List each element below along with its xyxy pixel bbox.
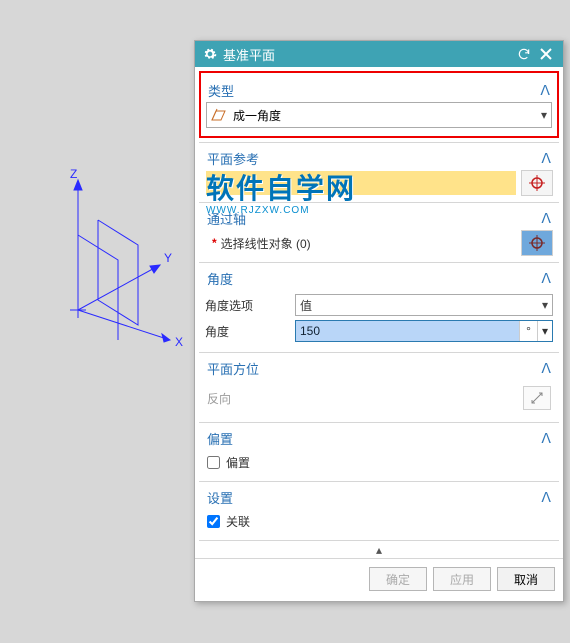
section-planeref-header[interactable]: 平面参考 ᐱ (205, 145, 553, 170)
angle-value-input[interactable]: 150 ° ▾ (295, 320, 553, 342)
dialog-titlebar[interactable]: 基准平面 (195, 41, 563, 67)
ok-button[interactable]: 确定 (369, 567, 427, 591)
coordinate-system-widget: X Y Z (40, 160, 200, 360)
dialog-footer: 确定 应用 取消 (195, 558, 563, 601)
section-axis-header[interactable]: 通过轴 ᐱ (205, 205, 553, 230)
chevron-up-icon: ᐱ (541, 150, 551, 167)
axis-x-label: X (175, 335, 183, 349)
chevron-down-icon: ▾ (537, 321, 552, 341)
section-offset-label: 偏置 (207, 429, 233, 448)
associative-checkbox-row[interactable]: 关联 (205, 509, 553, 534)
axis-y-label: Y (164, 251, 172, 265)
reverse-direction-label: 反向 (207, 390, 231, 407)
angle-option-label: 角度选项 (205, 297, 295, 314)
type-highlight-box: 类型 ᐱ 成一角度 ▾ (199, 71, 559, 138)
chevron-up-icon: ᐱ (541, 360, 551, 377)
close-button[interactable] (535, 44, 557, 64)
axis-selection-label: 选择线性对象 (0) (221, 235, 311, 252)
section-angle-label: 角度 (207, 269, 233, 288)
chevron-up-icon: ᐱ (541, 270, 551, 287)
section-type-header[interactable]: 类型 ᐱ (206, 77, 552, 102)
required-asterisk-icon: * (212, 236, 217, 250)
chevron-down-icon: ▾ (541, 108, 547, 122)
gear-icon (203, 47, 217, 61)
chevron-up-icon: ᐱ (541, 210, 551, 227)
planeref-selection-field[interactable]: 软件自学网 WWW.RJZXW.COM (205, 170, 517, 196)
section-orient-label: 平面方位 (207, 359, 259, 378)
dialog-title: 基准平面 (223, 45, 275, 64)
angle-value: 150 (296, 324, 519, 338)
cancel-button[interactable]: 取消 (497, 567, 555, 591)
associative-checkbox-label: 关联 (226, 513, 250, 530)
type-dropdown-value: 成一角度 (233, 107, 281, 124)
associative-checkbox[interactable] (207, 515, 220, 528)
reverse-direction-button[interactable] (523, 386, 551, 410)
chevron-down-icon: ▾ (542, 298, 548, 312)
angle-option-dropdown[interactable]: 值 ▾ (295, 294, 553, 316)
collapse-all-bar[interactable]: ▴ (199, 540, 559, 558)
offset-checkbox-label: 偏置 (226, 454, 250, 471)
axis-z-label: Z (70, 167, 77, 181)
chevron-up-icon: ᐱ (541, 430, 551, 447)
section-axis-label: 通过轴 (207, 209, 246, 228)
type-dropdown[interactable]: 成一角度 ▾ (206, 102, 552, 128)
section-angle-header[interactable]: 角度 ᐱ (205, 265, 553, 290)
section-offset-header[interactable]: 偏置 ᐱ (205, 425, 553, 450)
angle-value-label: 角度 (205, 323, 295, 340)
reset-button[interactable] (513, 44, 535, 64)
section-orient-header[interactable]: 平面方位 ᐱ (205, 355, 553, 380)
chevron-up-icon: ᐱ (540, 82, 550, 99)
section-settings-label: 设置 (207, 488, 233, 507)
offset-checkbox-row[interactable]: 偏置 (205, 450, 553, 475)
angle-unit: ° (519, 321, 537, 341)
chevron-up-icon: ▴ (376, 543, 382, 557)
datum-plane-dialog: 基准平面 类型 ᐱ 成一角度 ▾ 平面参考 (194, 40, 564, 602)
axis-select-button[interactable] (521, 230, 553, 256)
apply-button[interactable]: 应用 (433, 567, 491, 591)
section-planeref-label: 平面参考 (207, 149, 259, 168)
section-settings-header[interactable]: 设置 ᐱ (205, 484, 553, 509)
section-type-label: 类型 (208, 81, 234, 100)
planeref-select-button[interactable] (521, 170, 553, 196)
angle-option-value: 值 (300, 297, 312, 314)
offset-checkbox[interactable] (207, 456, 220, 469)
angle-plane-icon (211, 108, 227, 122)
axis-selection-field[interactable]: * 选择线性对象 (0) (205, 230, 517, 256)
chevron-up-icon: ᐱ (541, 489, 551, 506)
